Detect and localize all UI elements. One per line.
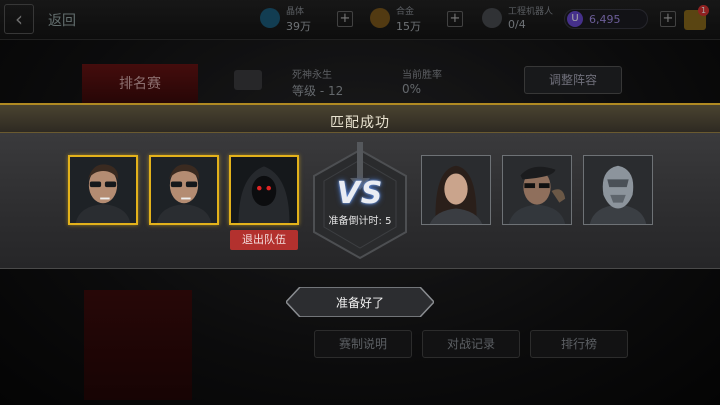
pilot-sunglasses-avatar: [70, 157, 136, 223]
my-team-slot-1: [68, 155, 138, 225]
leave-team-button[interactable]: 退出队伍: [230, 230, 298, 250]
my-team-slot-3: [229, 155, 299, 225]
enemy-team-slot-1: [421, 155, 491, 225]
pilot-sunglasses-avatar: [151, 157, 217, 223]
beret-soldier-avatar: [503, 156, 571, 224]
vs-label: VS: [336, 176, 384, 211]
enemy-team-slot-3: [583, 155, 653, 225]
ready-countdown: 准备倒计时: 5: [328, 216, 392, 227]
ready-button[interactable]: 准备好了: [286, 287, 434, 317]
modal-title: 匹配成功: [330, 115, 390, 131]
hooded-red-eyes-avatar: [231, 157, 297, 223]
modal-header: 匹配成功: [0, 103, 720, 133]
enemy-team-slot-2: [502, 155, 572, 225]
cyborg-avatar: [584, 156, 652, 224]
ready-button-label: 准备好了: [335, 296, 384, 310]
woman-pilot-avatar: [422, 156, 490, 224]
my-team-slot-2: [149, 155, 219, 225]
